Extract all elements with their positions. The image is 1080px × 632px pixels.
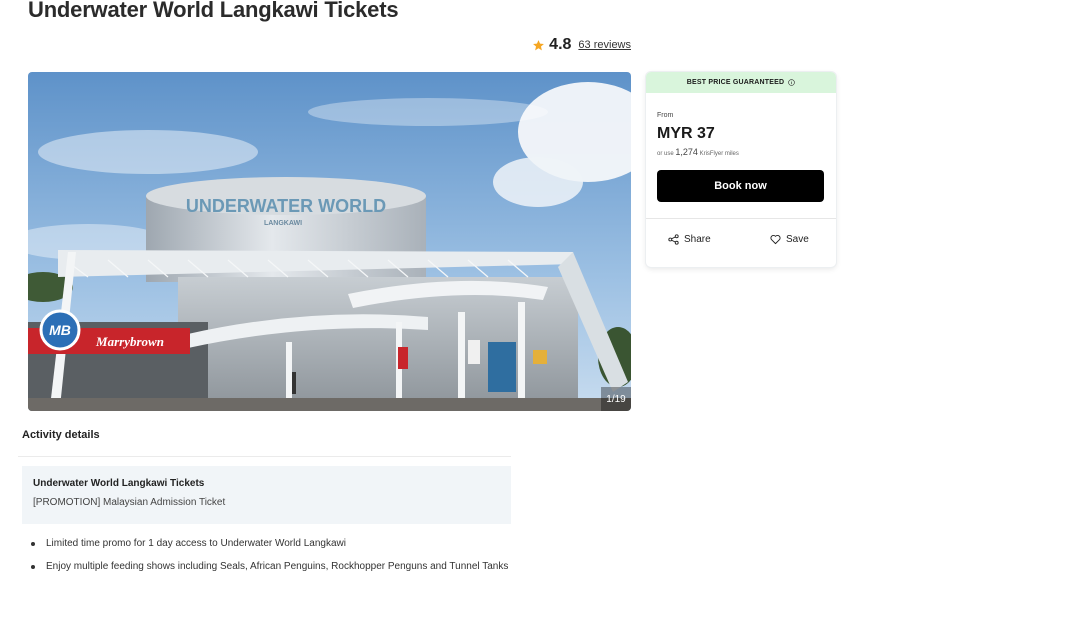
miles-prefix: or use: [657, 151, 674, 157]
rating-summary: 4.8 63 reviews: [532, 36, 631, 54]
share-icon: [668, 234, 679, 245]
heart-icon: [770, 234, 781, 245]
highlights-list: Limited time promo for 1 day access to U…: [31, 535, 513, 581]
star-icon: [533, 39, 545, 50]
share-button[interactable]: Share: [668, 234, 711, 245]
book-now-button[interactable]: Book now: [657, 170, 824, 202]
activity-details-heading: Activity details: [22, 429, 100, 441]
save-button[interactable]: Save: [770, 234, 809, 245]
save-label: Save: [786, 234, 809, 245]
page-title: Underwater World Langkawi Tickets: [28, 0, 399, 22]
package-summary: Underwater World Langkawi Tickets [PROMO…: [22, 466, 511, 524]
best-price-label: BEST PRICE GUARANTEED: [686, 79, 785, 86]
from-label: From: [657, 112, 674, 119]
image-counter: 1/19: [601, 387, 631, 411]
building-subsign: LANGKAWI: [264, 220, 302, 227]
package-name: Underwater World Langkawi Tickets: [33, 478, 205, 489]
best-price-banner: BEST PRICE GUARANTEED: [646, 72, 836, 93]
miles-info: or use 1,274 KrisFlyer miles: [657, 147, 739, 157]
list-item: Limited time promo for 1 day access to U…: [31, 535, 513, 552]
share-label: Share: [684, 234, 711, 245]
miles-value: 1,274: [675, 147, 698, 157]
card-divider: [646, 218, 836, 219]
price: MYR 37: [657, 125, 715, 142]
package-option: [PROMOTION] Malaysian Admission Ticket: [33, 497, 226, 508]
hero-image[interactable]: UNDERWATER WORLD LANGKAWI MB Marrybrown: [28, 72, 631, 411]
section-divider: [18, 456, 511, 457]
building-sign: UNDERWATER WORLD: [186, 196, 386, 216]
booking-card: BEST PRICE GUARANTEED From MYR 37 or use…: [646, 72, 836, 267]
aquarium-photo: UNDERWATER WORLD LANGKAWI MB Marrybrown: [28, 72, 631, 411]
store-logo: MB: [49, 322, 71, 338]
reviews-link[interactable]: 63 reviews: [578, 39, 631, 51]
store-sign: Marrybrown: [95, 334, 164, 349]
miles-suffix: KrisFlyer miles: [699, 151, 739, 157]
list-item: Enjoy multiple feeding shows including S…: [31, 558, 513, 575]
rating-score: 4.8: [549, 36, 572, 53]
info-icon[interactable]: [788, 79, 796, 86]
